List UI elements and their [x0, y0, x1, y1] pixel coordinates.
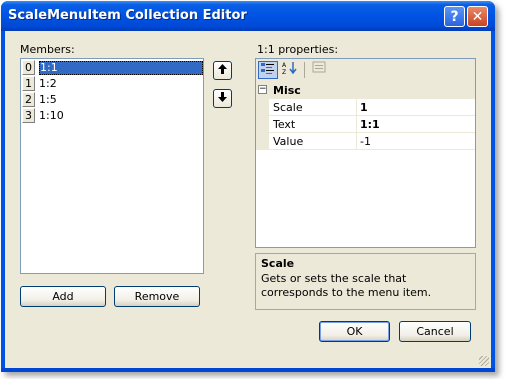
column-divider[interactable] [356, 99, 357, 115]
toolbar-separator [304, 62, 305, 78]
move-down-button[interactable] [213, 89, 232, 108]
member-item[interactable]: 0 1:1 [22, 60, 203, 76]
property-pages-button[interactable] [309, 61, 329, 79]
property-grid-toolbar: AZ [256, 59, 475, 83]
property-pages-icon [312, 61, 326, 76]
help-button[interactable]: ? [444, 6, 465, 27]
description-title: Scale [261, 257, 295, 270]
down-arrow-icon [218, 92, 227, 105]
property-name: Scale [273, 101, 303, 114]
member-text: 1:10 [39, 109, 64, 122]
property-value[interactable]: -1 [360, 135, 371, 148]
remove-button[interactable]: Remove [114, 286, 200, 307]
property-name: Value [273, 135, 304, 148]
dialog-client-area: Members: 0 1:1 1 1:2 2 1:5 3 1:10 Add Re… [5, 31, 491, 368]
add-button[interactable]: Add [20, 286, 106, 307]
member-text: 1:2 [39, 77, 57, 90]
member-item[interactable]: 2 1:5 [22, 92, 202, 108]
svg-text:A: A [282, 62, 287, 69]
collapse-icon[interactable]: − [258, 85, 267, 94]
members-list[interactable]: 0 1:1 1 1:2 2 1:5 3 1:10 [20, 58, 204, 274]
property-grid[interactable]: AZ − Misc Scale 1 Text 1:1 Value -1 [255, 58, 476, 248]
member-index: 2 [22, 92, 35, 107]
member-index: 0 [22, 60, 35, 75]
row-gutter [256, 116, 269, 132]
member-item[interactable]: 1 1:2 [22, 76, 202, 92]
svg-text:Z: Z [282, 69, 286, 75]
property-value[interactable]: 1 [360, 101, 368, 114]
category-row-misc[interactable]: − Misc [256, 82, 475, 99]
member-index: 1 [22, 76, 35, 91]
resize-grip-icon[interactable] [479, 356, 489, 366]
column-divider[interactable] [356, 116, 357, 132]
dialog-window: ScaleMenuItem Collection Editor ? ✕ Memb… [1, 1, 495, 372]
property-row-scale[interactable]: Scale 1 [256, 99, 475, 116]
move-up-button[interactable] [213, 61, 232, 80]
property-value[interactable]: 1:1 [360, 118, 380, 131]
window-title: ScaleMenuItem Collection Editor [8, 8, 247, 23]
description-text: Gets or sets the scale that corresponds … [261, 272, 432, 299]
member-text: 1:5 [39, 93, 57, 106]
up-arrow-icon [218, 64, 227, 77]
categorized-button[interactable] [258, 61, 278, 79]
row-gutter [256, 99, 269, 115]
members-label: Members: [20, 43, 75, 56]
property-row-text[interactable]: Text 1:1 [256, 116, 475, 133]
property-name: Text [273, 118, 296, 131]
row-gutter [256, 133, 269, 149]
member-text: 1:1 [39, 61, 203, 75]
properties-label: 1:1 properties: [257, 43, 339, 56]
alphabetical-button[interactable]: AZ [280, 61, 300, 79]
category-name: Misc [273, 84, 301, 97]
member-index: 3 [22, 108, 35, 123]
member-item[interactable]: 3 1:10 [22, 108, 202, 124]
ok-button[interactable]: OK [319, 321, 390, 342]
alphabetical-icon: AZ [282, 62, 298, 78]
close-button[interactable]: ✕ [467, 6, 488, 27]
property-row-value[interactable]: Value -1 [256, 133, 475, 150]
column-divider[interactable] [356, 133, 357, 149]
categorized-icon [261, 63, 275, 77]
cancel-button[interactable]: Cancel [399, 321, 471, 342]
title-bar[interactable]: ScaleMenuItem Collection Editor ? ✕ [1, 1, 495, 31]
description-panel: Scale Gets or sets the scale that corres… [255, 253, 476, 310]
window-frame-bottom [1, 368, 495, 372]
